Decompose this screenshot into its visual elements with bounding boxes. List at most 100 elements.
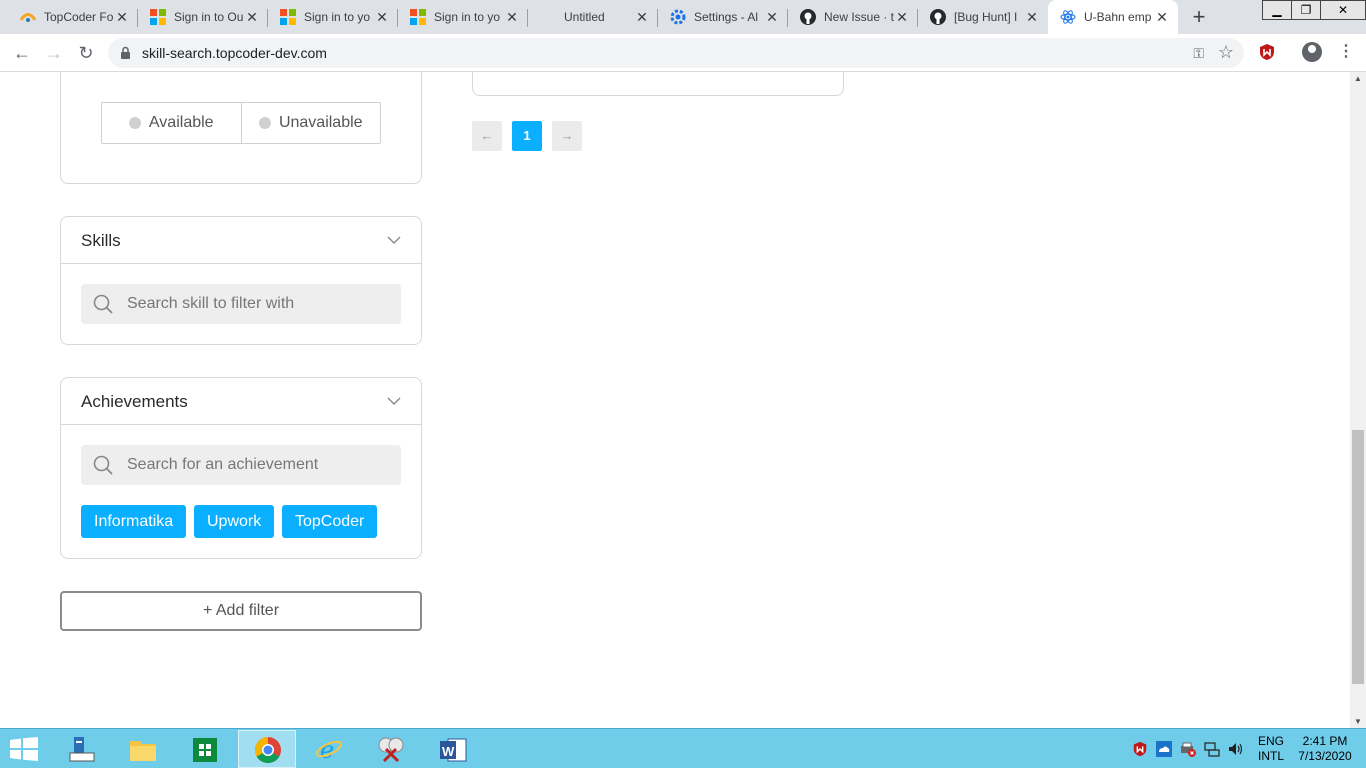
mcafee-extension-icon[interactable] (1258, 43, 1276, 61)
github-favicon-icon (800, 9, 816, 25)
onedrive-tray-icon[interactable] (1156, 741, 1172, 757)
reload-icon[interactable]: ↻ (74, 41, 98, 65)
unavailable-label: Unavailable (278, 114, 363, 131)
taskbar-app[interactable]: e (300, 730, 358, 768)
chevron-down-icon[interactable] (387, 394, 401, 408)
close-icon[interactable]: ✕ (1024, 9, 1040, 25)
close-icon[interactable]: ✕ (894, 9, 910, 25)
browser-tab[interactable]: Settings - Al ✕ (658, 0, 788, 34)
browser-tab-label: Sign in to Ou (174, 10, 244, 24)
browser-tab[interactable]: Sign in to yo ✕ (268, 0, 398, 34)
skills-card-header[interactable]: Skills (61, 217, 421, 264)
page-content: Available Unavailable Skills Search skil… (0, 72, 1350, 728)
bookmark-star-icon[interactable]: ☆ (1218, 42, 1234, 63)
availability-toggle: Available Unavailable (101, 102, 381, 144)
achievement-search-input[interactable]: Search for an achievement (81, 445, 401, 485)
close-icon[interactable]: ✕ (1154, 9, 1170, 25)
microsoft-favicon-icon (150, 9, 166, 25)
kebab-menu-icon[interactable]: ⋮ (1338, 41, 1354, 63)
add-filter-button[interactable]: + Add filter (60, 591, 422, 631)
store-icon (193, 738, 217, 762)
clock-time: 2:41 PM (1302, 734, 1348, 748)
browser-tab-strip: TopCoder Fo ✕ Sign in to Ou ✕ Sign in to… (0, 0, 1366, 34)
achievement-chip[interactable]: Upwork (194, 505, 275, 538)
address-bar[interactable]: skill-search.topcoder-dev.com ⚿ ☆ (108, 38, 1244, 68)
browser-tab[interactable]: New Issue · t ✕ (788, 0, 918, 34)
lock-icon (121, 46, 130, 59)
available-option[interactable]: Available (102, 103, 241, 143)
skill-search-placeholder: Search skill to filter with (127, 295, 295, 312)
close-window-button[interactable]: ✕ (1320, 0, 1366, 20)
taskbar-app-active[interactable] (238, 730, 296, 768)
available-label: Available (148, 114, 214, 131)
scrollbar-thumb[interactable] (1352, 430, 1364, 684)
chevron-down-icon[interactable] (387, 233, 401, 247)
taskbar-app[interactable]: W (424, 730, 482, 768)
unavailable-option[interactable]: Unavailable (240, 103, 381, 143)
language-indicator[interactable]: ENG INTL (1258, 734, 1284, 774)
restore-button[interactable]: ❐ (1291, 0, 1321, 20)
skill-search-input[interactable]: Search skill to filter with (81, 284, 401, 324)
url-text: skill-search.topcoder-dev.com (142, 45, 327, 61)
forward-icon[interactable]: → (42, 41, 66, 65)
react-favicon-icon (1060, 10, 1076, 24)
browser-tab-label: [Bug Hunt] I (954, 10, 1018, 24)
skills-filter-card: Skills Search skill to filter with (60, 216, 422, 345)
mcafee-tray-icon[interactable] (1132, 741, 1148, 757)
browser-tab-active[interactable]: U-Bahn emp ✕ (1048, 0, 1178, 34)
pagination-next-button[interactable]: → (552, 121, 582, 151)
microsoft-favicon-icon (280, 9, 296, 25)
chrome-icon (254, 736, 281, 764)
key-icon[interactable]: ⚿ (1193, 45, 1204, 62)
browser-tab-label: U-Bahn emp (1084, 10, 1152, 24)
scroll-up-arrow-icon[interactable]: ▲ (1354, 74, 1362, 83)
achievements-title: Achievements (81, 392, 188, 411)
clock-date: 7/13/2020 (1298, 749, 1352, 763)
gear-favicon-icon (670, 9, 686, 25)
availability-card: Available Unavailable (60, 72, 422, 184)
skills-title: Skills (81, 231, 121, 250)
new-tab-button[interactable]: + (1188, 6, 1210, 29)
taskbar-app[interactable] (52, 730, 110, 768)
achievement-chip[interactable]: TopCoder (282, 505, 378, 538)
browser-tab[interactable]: Sign in to Ou ✕ (138, 0, 268, 34)
snipping-tool-icon (378, 737, 404, 763)
browser-tab-label: Sign in to yo (434, 10, 501, 24)
browser-tab-label: Untitled (564, 10, 605, 24)
browser-toolbar: ← → ↻ skill-search.topcoder-dev.com ⚿ ☆ (0, 34, 1366, 72)
achievements-card-header[interactable]: Achievements (61, 378, 421, 425)
svg-text:e: e (320, 736, 334, 763)
pagination-prev-button[interactable]: ← (472, 121, 502, 151)
browser-tab[interactable]: Untitled ✕ (528, 0, 658, 34)
scroll-down-arrow-icon[interactable]: ▼ (1354, 717, 1362, 726)
microsoft-favicon-icon (410, 9, 426, 25)
volume-tray-icon[interactable] (1228, 741, 1244, 757)
taskbar-app[interactable] (176, 730, 234, 768)
browser-tab[interactable]: [Bug Hunt] I ✕ (918, 0, 1048, 34)
achievement-chip[interactable]: Informatika (81, 505, 187, 538)
search-icon (93, 455, 113, 475)
language-bottom: INTL (1258, 749, 1285, 763)
close-icon[interactable]: ✕ (634, 9, 650, 25)
pagination-page-button[interactable]: 1 (512, 121, 542, 151)
taskbar-app[interactable] (114, 730, 172, 768)
printer-error-tray-icon[interactable] (1180, 741, 1196, 757)
close-icon[interactable]: ✕ (114, 9, 130, 25)
browser-tab-label: New Issue · t (824, 10, 895, 24)
back-icon[interactable]: ← (10, 41, 34, 65)
network-tray-icon[interactable] (1204, 741, 1220, 757)
vertical-scrollbar[interactable]: ▲ ▼ (1350, 72, 1366, 728)
close-icon[interactable]: ✕ (244, 9, 260, 25)
browser-tab-label: Sign in to yo (304, 10, 371, 24)
profile-avatar-icon[interactable] (1302, 42, 1322, 62)
taskbar-app[interactable] (362, 730, 420, 768)
minimize-button[interactable]: ▁ (1262, 0, 1292, 20)
browser-tab[interactable]: Sign in to yo ✕ (398, 0, 528, 34)
browser-tab[interactable]: TopCoder Fo ✕ (8, 0, 138, 34)
close-icon[interactable]: ✕ (764, 9, 780, 25)
close-icon[interactable]: ✕ (374, 9, 390, 25)
close-icon[interactable]: ✕ (504, 9, 520, 25)
clock[interactable]: 2:41 PM 7/13/2020 (1298, 734, 1352, 774)
windows-start-icon[interactable] (10, 737, 38, 761)
file-explorer-icon (69, 737, 95, 762)
